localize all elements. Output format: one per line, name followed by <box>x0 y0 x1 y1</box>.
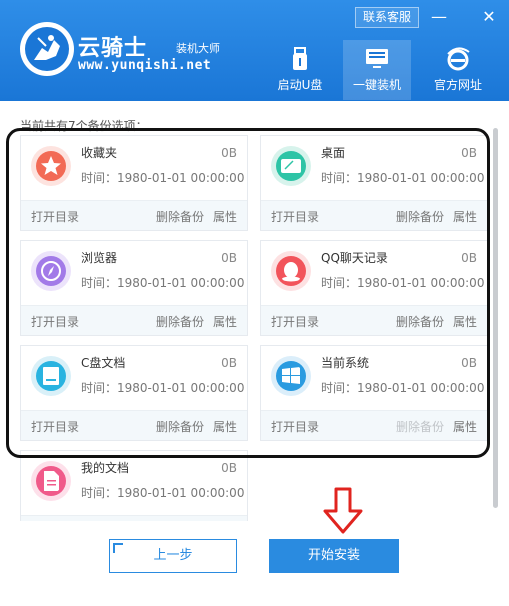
ie-browser-icon <box>447 47 470 71</box>
delete-backup-link[interactable]: 删除备份 <box>156 208 204 225</box>
backup-card: QQ聊天记录 0B 时间：1980-01-01 00:00:00 打开目录 删除备份 属性 <box>260 240 488 336</box>
header-bar: 云骑士 装机大师 www.yunqishi.net 联系客服 — ✕ 启动U盘 … <box>0 0 509 101</box>
tab-usb-boot[interactable]: 启动U盘 <box>266 40 334 100</box>
previous-step-label: 上一步 <box>153 548 193 563</box>
contact-support-button[interactable]: 联系客服 <box>355 7 419 28</box>
backup-name: QQ聊天记录 <box>321 251 388 265</box>
backup-time: 时间：1980-01-01 00:00:00 <box>81 486 245 500</box>
properties-link[interactable]: 属性 <box>213 418 237 435</box>
backup-time: 时间：1980-01-01 00:00:00 <box>321 381 485 395</box>
backup-card: 浏览器 0B 时间：1980-01-01 00:00:00 打开目录 删除备份 属性 <box>20 240 248 336</box>
card-actions: 打开目录 删除备份属性 <box>21 200 247 230</box>
open-folder-link[interactable]: 打开目录 <box>31 208 79 225</box>
footer-bar <box>0 521 509 606</box>
backup-time: 时间：1980-01-01 00:00:00 <box>321 276 485 290</box>
properties-link[interactable]: 属性 <box>213 313 237 330</box>
desktop-icon <box>276 151 306 181</box>
backup-count-text: 当前共有7个备份选项： <box>20 119 148 133</box>
backup-card: C盘文档 0B 时间：1980-01-01 00:00:00 打开目录 删除备份 属性 <box>20 345 248 441</box>
delete-backup-link[interactable]: 删除备份 <box>396 208 444 225</box>
brand-url: www.yunqishi.net <box>78 58 212 73</box>
properties-link[interactable]: 属性 <box>453 313 477 330</box>
nav-label: 官方网址 <box>433 78 482 92</box>
open-folder-link[interactable]: 打开目录 <box>271 418 319 435</box>
delete-backup-link[interactable]: 删除备份 <box>156 313 204 330</box>
tab-official-site[interactable]: 官方网址 <box>424 40 492 100</box>
compass-icon <box>36 256 66 286</box>
backup-size: 0B <box>461 251 477 265</box>
backup-size: 0B <box>221 461 237 475</box>
corner-mark <box>113 543 123 553</box>
knight-logo-icon <box>20 22 74 76</box>
backup-size: 0B <box>461 356 477 370</box>
start-install-button[interactable]: 开始安装 <box>269 539 399 573</box>
properties-link[interactable]: 属性 <box>453 418 477 435</box>
backup-name: 桌面 <box>321 146 346 160</box>
backup-size: 0B <box>221 146 237 160</box>
qq-icon <box>276 256 306 286</box>
minimize-button[interactable]: — <box>427 6 451 28</box>
backup-name: 浏览器 <box>81 251 118 265</box>
tab-one-click-install[interactable]: 一键装机 <box>343 40 411 100</box>
card-actions: 打开目录 删除备份属性 <box>261 305 487 335</box>
backup-time: 时间：1980-01-01 00:00:00 <box>81 171 245 185</box>
backup-name: 我的文档 <box>81 461 130 475</box>
delete-backup-link[interactable]: 删除备份 <box>156 418 204 435</box>
card-actions: 打开目录 删除备份属性 <box>21 410 247 440</box>
previous-step-button[interactable]: 上一步 <box>109 539 237 573</box>
delete-backup-link: 删除备份 <box>395 420 444 434</box>
card-actions: 打开目录 删除备份属性 <box>261 410 487 440</box>
open-folder-link[interactable]: 打开目录 <box>271 208 319 225</box>
backup-time: 时间：1980-01-01 00:00:00 <box>81 276 245 290</box>
backup-time: 时间：1980-01-01 00:00:00 <box>321 171 485 185</box>
backup-time: 时间：1980-01-01 00:00:00 <box>81 381 245 395</box>
backup-card: 桌面 0B 时间：1980-01-01 00:00:00 打开目录 删除备份 属性 <box>260 135 488 231</box>
properties-link[interactable]: 属性 <box>453 208 477 225</box>
red-arrow-icon <box>323 487 363 534</box>
nav-label: 一键装机 <box>352 78 401 92</box>
nav-label: 启动U盘 <box>277 78 323 92</box>
windows-icon <box>276 361 306 391</box>
backup-card: 当前系统 0B 时间：1980-01-01 00:00:00 打开目录 删除备份 属性 <box>260 345 488 441</box>
backup-size: 0B <box>221 251 237 265</box>
monitor-icon <box>366 49 388 68</box>
backup-card: 收藏夹 0B 时间：1980-01-01 00:00:00 打开目录 删除备份 属性 <box>20 135 248 231</box>
usb-drive-icon <box>293 47 307 70</box>
open-folder-link[interactable]: 打开目录 <box>31 418 79 435</box>
open-folder-link[interactable]: 打开目录 <box>271 313 319 330</box>
properties-link[interactable]: 属性 <box>213 208 237 225</box>
card-actions: 打开目录 删除备份属性 <box>261 200 487 230</box>
scrollbar[interactable] <box>493 128 498 508</box>
brand-subtitle: 装机大师 <box>176 42 220 55</box>
star-icon <box>36 151 66 181</box>
app-window: 云骑士 装机大师 www.yunqishi.net 联系客服 — ✕ 启动U盘 … <box>0 0 509 606</box>
backup-name: 当前系统 <box>321 356 370 370</box>
backup-size: 0B <box>461 146 477 160</box>
backup-size: 0B <box>221 356 237 370</box>
card-actions: 打开目录 删除备份属性 <box>21 305 247 335</box>
backup-name: C盘文档 <box>81 356 126 370</box>
delete-backup-link[interactable]: 删除备份 <box>396 313 444 330</box>
document-card-icon <box>36 361 66 391</box>
close-button[interactable]: ✕ <box>477 6 501 28</box>
file-icon <box>36 466 66 496</box>
open-folder-link[interactable]: 打开目录 <box>31 313 79 330</box>
backup-name: 收藏夹 <box>81 146 118 160</box>
